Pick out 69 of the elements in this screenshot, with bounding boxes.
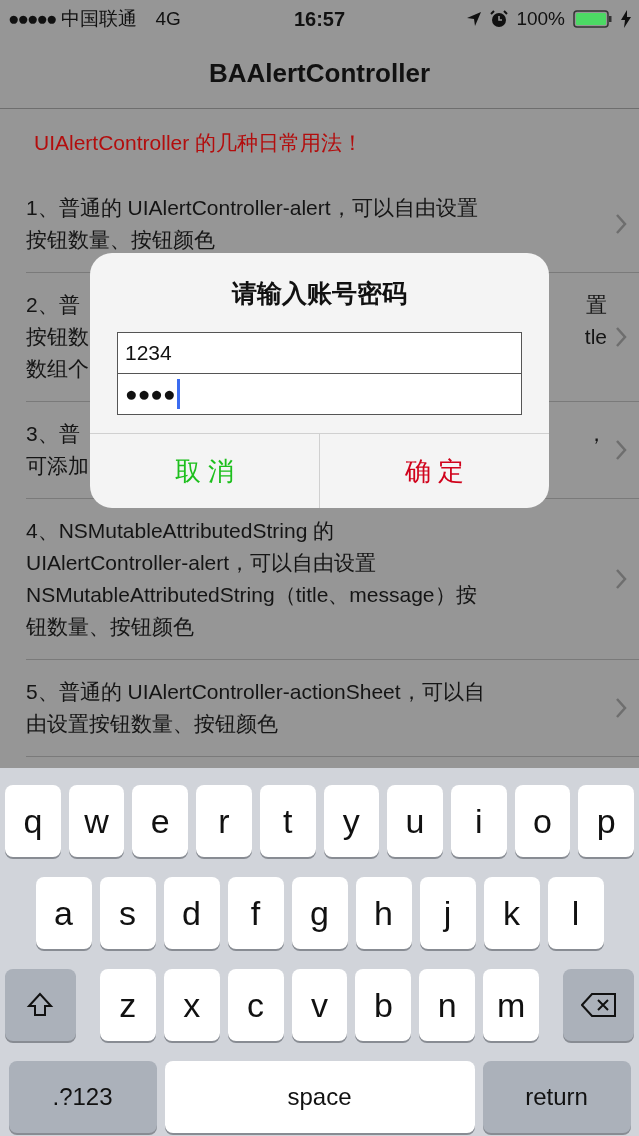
return-key[interactable]: return xyxy=(482,1061,631,1133)
row-text: 数组个 xyxy=(26,356,89,382)
keyboard-key[interactable]: p xyxy=(578,785,634,857)
keyboard-key[interactable]: w xyxy=(68,785,125,857)
chevron-icon xyxy=(615,568,627,590)
keyboard-key[interactable]: x xyxy=(163,969,220,1041)
keyboard-key[interactable]: r xyxy=(196,785,252,857)
row-text: 4、NSMutableAttributedString 的 xyxy=(26,518,335,544)
keyboard-key[interactable]: o xyxy=(514,785,571,857)
status-time: 16:57 xyxy=(292,7,347,31)
network-type: 4G xyxy=(155,8,181,30)
keyboard-key[interactable]: c xyxy=(227,969,284,1041)
chevron-icon xyxy=(615,213,627,235)
keyboard-key[interactable]: z xyxy=(99,969,156,1041)
keyboard-key[interactable]: e xyxy=(132,785,189,857)
row-text: ， xyxy=(586,421,607,447)
battery-icon xyxy=(573,10,613,28)
keyboard-key[interactable]: f xyxy=(227,877,284,949)
nav-title: BAAlertController xyxy=(209,57,430,89)
row-text: 可添加 xyxy=(26,453,89,479)
keyboard-key[interactable]: q xyxy=(5,785,61,857)
keyboard-key[interactable]: k xyxy=(483,877,540,949)
keyboard-key[interactable]: d xyxy=(163,877,220,949)
row-text: 1、普通的 UIAlertController-alert，可以自由设置 xyxy=(26,195,478,221)
backspace-icon xyxy=(580,992,617,1018)
chevron-icon xyxy=(615,326,627,348)
carrier-name: 中国联通 xyxy=(61,7,138,31)
keyboard-key[interactable]: s xyxy=(99,877,156,949)
shift-icon xyxy=(26,991,55,1019)
row-text: 置 xyxy=(586,292,607,318)
keyboard-key[interactable]: j xyxy=(419,877,476,949)
keyboard-key[interactable]: g xyxy=(291,877,348,949)
keyboard-key[interactable]: v xyxy=(291,969,348,1041)
space-key[interactable]: space xyxy=(164,1061,475,1133)
alert-button[interactable]: 确 定 xyxy=(319,434,549,508)
row-text: NSMutableAttributedString（title、message）按 xyxy=(26,582,477,608)
row-text: 由设置按钮数量、按钮颜色 xyxy=(26,711,278,737)
row-text: 钮数量、按钮颜色 xyxy=(26,614,194,640)
row-text: 按钮数 xyxy=(26,324,89,350)
keyboard-key[interactable]: u xyxy=(387,785,443,857)
battery-percent: 100% xyxy=(516,8,565,30)
shift-key[interactable] xyxy=(5,969,76,1041)
chevron-icon xyxy=(615,697,627,719)
row-text: 2、普 xyxy=(26,292,80,318)
delete-key[interactable] xyxy=(563,969,634,1041)
location-arrow-icon xyxy=(466,11,483,27)
keyboard-key[interactable]: t xyxy=(259,785,316,857)
alert-title: 请输入账号密码 xyxy=(230,278,408,309)
password-field[interactable]: ●●●● xyxy=(117,373,522,415)
keyboard-key[interactable]: n xyxy=(419,969,476,1041)
row-text: 按钮数量、按钮颜色 xyxy=(26,227,215,253)
mode-key[interactable]: .?123 xyxy=(8,1061,157,1133)
row-text: UIAlertController-alert，可以自由设置 xyxy=(26,550,377,576)
keyboard-key[interactable]: l xyxy=(547,877,604,949)
keyboard-key[interactable]: i xyxy=(450,785,507,857)
keyboard-key[interactable]: y xyxy=(323,785,380,857)
chevron-icon xyxy=(615,439,627,461)
row-text: tle xyxy=(584,325,607,349)
signal-strength-icon: ●●●●● xyxy=(8,8,56,30)
alarm-clock-icon xyxy=(490,10,509,28)
keyboard-key[interactable]: h xyxy=(355,877,412,949)
row-text: 5、普通的 UIAlertController-actionSheet，可以自 xyxy=(26,679,485,705)
section-header: UIAlertController 的几种日常用法！ xyxy=(34,129,364,156)
keyboard-key[interactable]: a xyxy=(35,877,92,949)
row-text: 3、普 xyxy=(26,421,80,447)
text-cursor xyxy=(176,379,180,409)
keyboard-key[interactable]: m xyxy=(483,969,540,1041)
account-field[interactable]: 1234 xyxy=(117,332,522,374)
keyboard-key[interactable]: b xyxy=(355,969,412,1041)
